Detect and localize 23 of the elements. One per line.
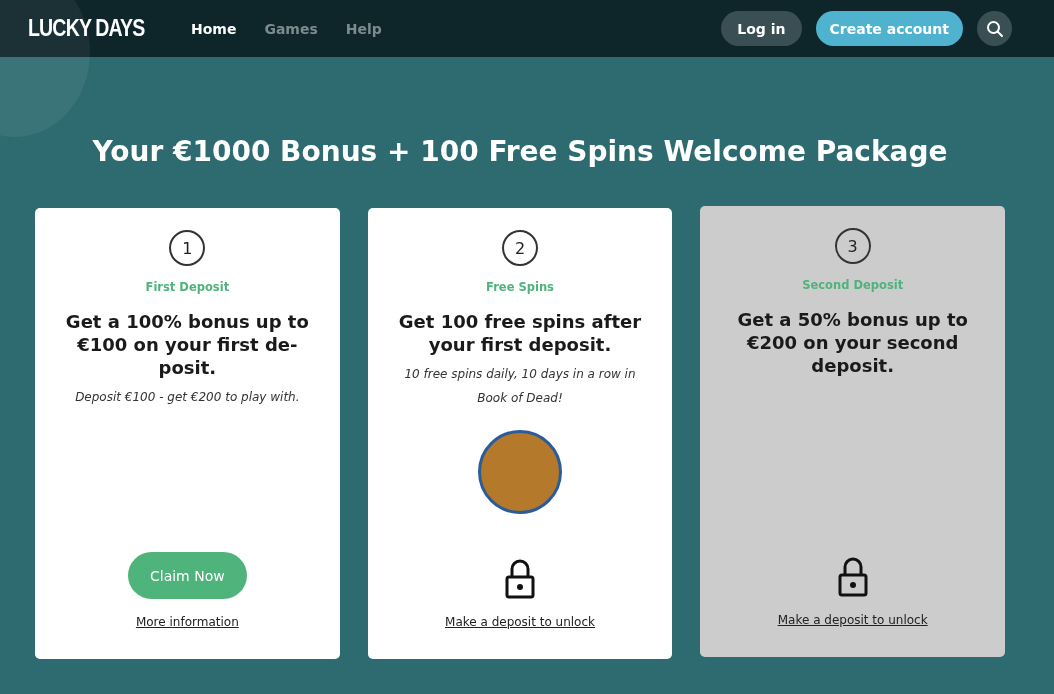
search-button[interactable] [977, 11, 1012, 46]
step-label: Second Deposit [802, 278, 904, 292]
offer-description: 10 free spins daily, 10 days in a row in Book of Dead! [403, 366, 637, 407]
step-number: 1 [169, 230, 206, 266]
nav-link[interactable]: Home [191, 20, 237, 37]
info-link[interactable]: More information [135, 615, 239, 629]
step-label: First Deposit [145, 280, 230, 294]
offer-heading: Get a 100% bonus up to €100 on your first de-posit. [64, 310, 310, 379]
offer-description: Deposit €100 - get €200 to play with. [75, 389, 300, 406]
step-number: 3 [834, 228, 871, 264]
info-link[interactable]: Make a deposit to unlock [445, 615, 595, 629]
nav-link[interactable]: Help [345, 20, 382, 37]
offer-heading: Get a 50% bonus up to €200 on your second deposit. [736, 308, 969, 377]
page-title: Your €1000 Bonus + 100 Free Spins Welcome Package [91, 134, 949, 170]
padlock-icon [505, 559, 535, 599]
offer-heading: Get 100 free spins after your first deposit. [397, 310, 643, 356]
login-button[interactable]: Log in [721, 11, 802, 46]
search-icon [985, 19, 1004, 38]
step-label: Free Spins [486, 280, 554, 294]
padlock-icon [837, 557, 868, 597]
logo[interactable]: LUCKY DAYS [28, 15, 145, 42]
step-number: 2 [502, 230, 538, 266]
nav-link[interactable]: Games [264, 20, 318, 37]
